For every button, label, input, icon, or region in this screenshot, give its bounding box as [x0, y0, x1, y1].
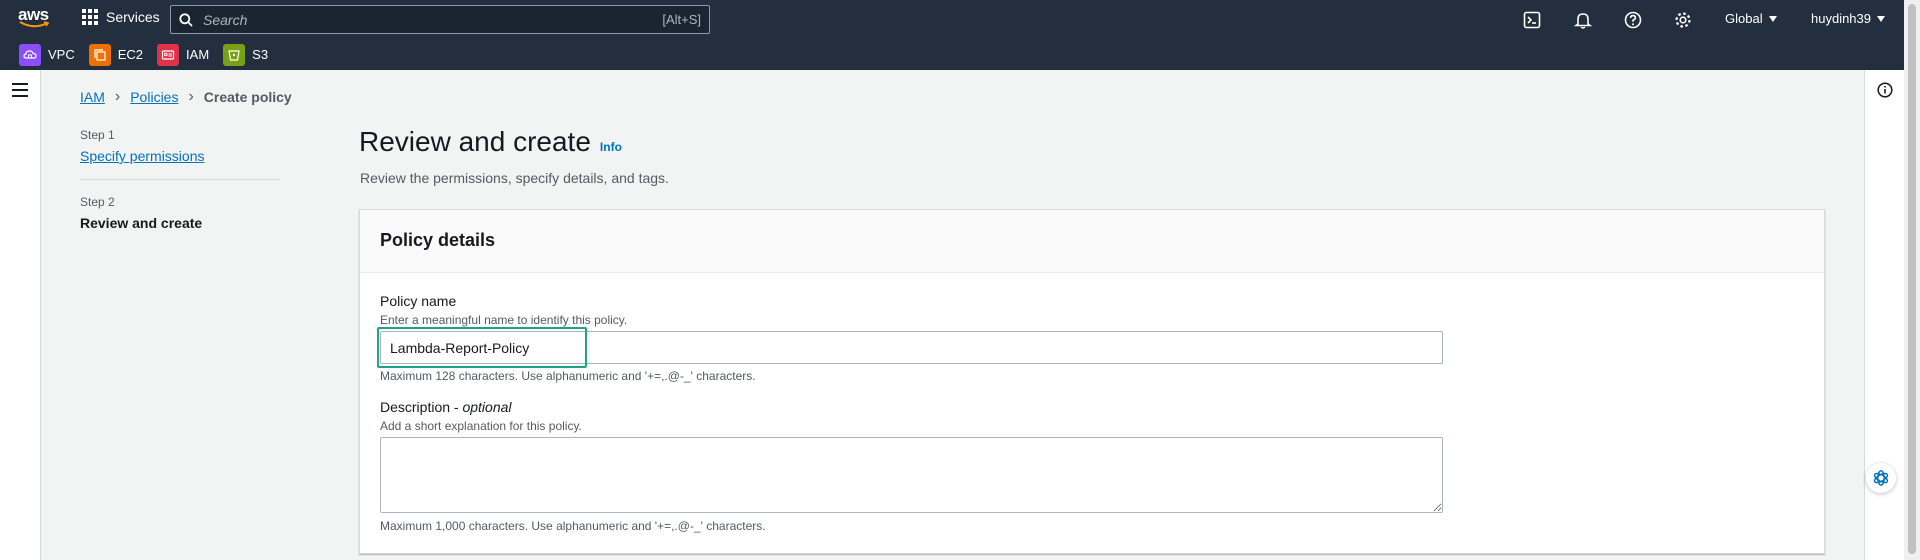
search-box[interactable]: [Alt+S] — [170, 5, 710, 34]
assistant-icon[interactable] — [1866, 463, 1896, 493]
description-label-text: Description - — [380, 399, 463, 415]
help-icon[interactable] — [1622, 9, 1644, 31]
breadcrumb-current: Create policy — [203, 89, 292, 105]
breadcrumb-iam-link[interactable]: IAM — [80, 89, 105, 105]
favorite-iam[interactable]: IAM — [157, 43, 210, 66]
panel-title: Policy details — [380, 230, 496, 250]
favorite-label: EC2 — [117, 47, 144, 62]
favorite-ec2[interactable]: EC2 — [88, 43, 144, 66]
aws-smile-icon — [19, 21, 50, 28]
chevron-right-icon: › — [114, 88, 121, 105]
info-link[interactable]: Info — [600, 140, 622, 154]
s3-icon — [223, 43, 246, 66]
optional-label: optional — [462, 399, 512, 415]
description-label: Description - optional — [380, 399, 512, 415]
region-label: Global — [1725, 11, 1763, 26]
aws-logo[interactable]: aws — [18, 6, 52, 32]
chevron-right-icon: › — [188, 88, 194, 105]
step-2-current: Review and create — [80, 215, 203, 231]
wizard-steps: Step 1 Specify permissions Step 2 Review… — [80, 128, 280, 231]
description-textarea[interactable] — [380, 437, 1443, 513]
menu-icon[interactable] — [12, 83, 28, 101]
page-header: Review and create Info — [359, 126, 622, 158]
cloudshell-icon[interactable] — [1521, 9, 1543, 31]
bell-icon[interactable] — [1572, 9, 1594, 31]
step-divider — [80, 179, 280, 180]
favorites-bar: VPC EC2 IAM S3 — [0, 39, 1904, 70]
panel-header: Policy details — [360, 210, 1824, 273]
favorite-vpc[interactable]: VPC — [19, 43, 75, 66]
vpc-icon — [19, 43, 41, 66]
region-selector[interactable]: Global — [1725, 11, 1777, 26]
info-circle-icon[interactable] — [1877, 82, 1893, 103]
side-navigation-rail — [0, 70, 41, 560]
scrollbar-thumb[interactable] — [1908, 4, 1916, 554]
services-label: Services — [106, 9, 160, 25]
description-hint: Add a short explanation for this policy. — [380, 419, 582, 433]
favorite-s3[interactable]: S3 — [223, 43, 269, 66]
search-input[interactable] — [203, 11, 663, 28]
breadcrumb: IAM › Policies › Create policy — [80, 88, 292, 106]
policy-details-panel: Policy details Policy name Enter a meani… — [359, 209, 1825, 554]
caret-down-icon — [1877, 15, 1885, 22]
favorite-label: VPC — [48, 47, 75, 62]
policy-name-constraint: Maximum 128 characters. Use alphanumeric… — [380, 369, 756, 383]
policy-name-input[interactable] — [380, 331, 1443, 364]
policy-name-label: Policy name — [380, 293, 457, 309]
ec2-icon — [88, 43, 111, 66]
description-constraint: Maximum 1,000 characters. Use alphanumer… — [380, 519, 766, 533]
step-1-link[interactable]: Specify permissions — [80, 148, 280, 164]
account-menu[interactable]: huydinh39 — [1811, 11, 1885, 26]
step-1-label: Step 1 — [80, 128, 115, 142]
breadcrumb-policies-link[interactable]: Policies — [130, 89, 178, 105]
caret-down-icon — [1768, 15, 1777, 22]
page-subtitle: Review the permissions, specify details,… — [360, 170, 669, 186]
settings-icon[interactable] — [1672, 9, 1694, 31]
top-navigation: aws Services [Alt+S] Global huydinh39 — [0, 0, 1904, 39]
favorite-label: S3 — [252, 47, 269, 62]
step-2-label: Step 2 — [80, 195, 115, 209]
username-label: huydinh39 — [1811, 11, 1871, 26]
search-icon — [179, 12, 193, 27]
policy-name-description: Enter a meaningful name to identify this… — [380, 313, 628, 327]
page-scrollbar[interactable] — [1904, 0, 1920, 560]
grid-icon — [82, 9, 98, 25]
page-title: Review and create — [359, 126, 591, 157]
favorite-label: IAM — [186, 47, 210, 62]
services-menu-button[interactable]: Services — [82, 9, 160, 25]
iam-icon — [157, 43, 180, 66]
search-shortcut-hint: [Alt+S] — [662, 12, 701, 27]
